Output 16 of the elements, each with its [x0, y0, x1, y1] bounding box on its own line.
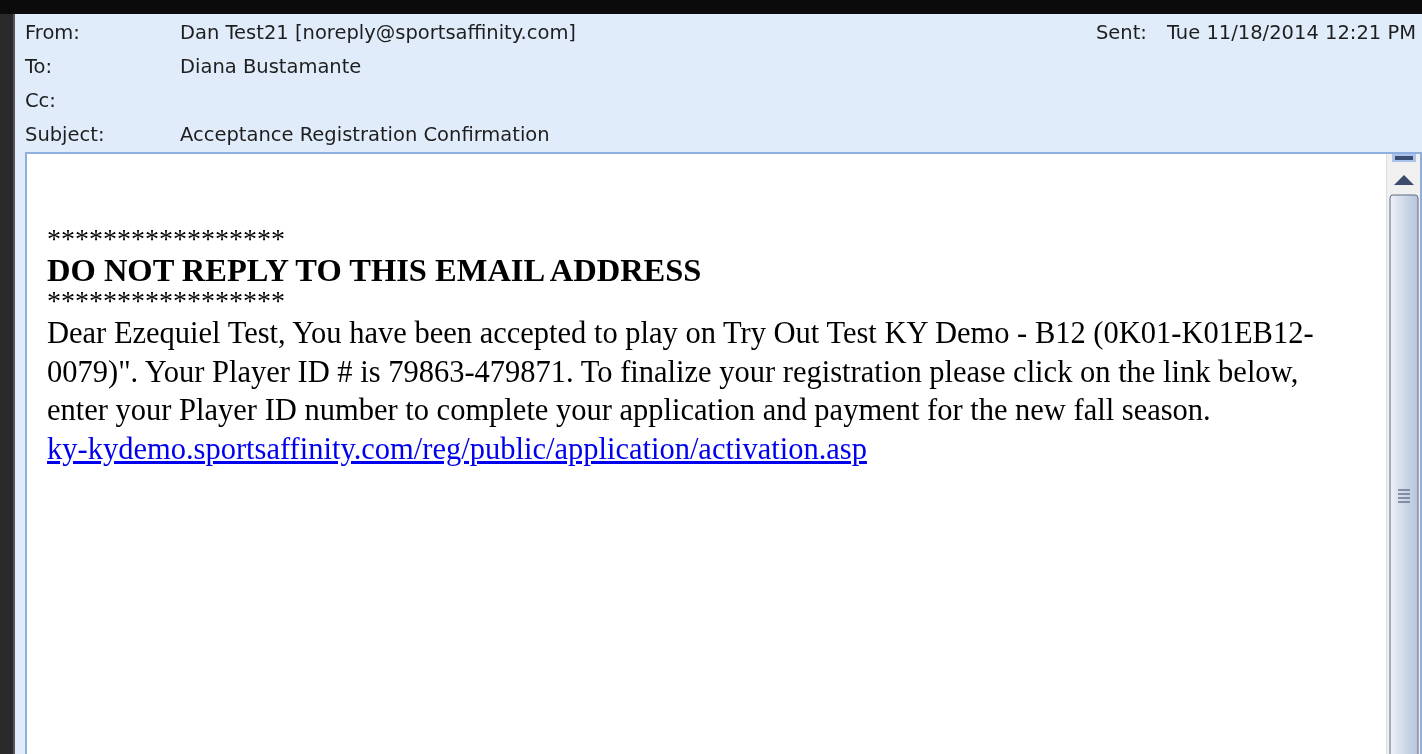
- field-label: To:: [25, 54, 54, 81]
- field-value: Acceptance Registration Confirmation: [180, 122, 550, 149]
- scrollbar-grip-icon: [1391, 154, 1416, 162]
- field-label: Cc:: [25, 88, 57, 115]
- field-value: Tue 11/18/2014 12:21 PM: [1166, 20, 1416, 47]
- field-value: Diana Bustamante: [180, 54, 362, 81]
- asterisk-rule: *****************: [47, 226, 286, 252]
- field-label: From:: [25, 20, 81, 47]
- activation-link[interactable]: ky-kydemo.sportsaffinity.com/reg/public/application/activation.asp: [47, 431, 867, 466]
- warning-heading: DO NOT REPLY TO THIS EMAIL ADDRESS: [47, 252, 703, 288]
- field-label: Sent:: [1095, 20, 1147, 47]
- message-paragraph: Dear Ezequiel Test, You have been accepted to play on Try Out Test KY Demo - B12 (0K01-K01EB12-0079)". Your Player ID # is 79863-479871. To finalize your registration please click on the link below, enter your Player ID number to complete your application and payment for the new fall season. ky-kydemo.sportsaffinity.com/reg/public/application/activation.asp: [47, 315, 1315, 468]
- field-label: Subject:: [25, 122, 106, 149]
- field-value: Dan Test21 [noreply@sportsaffinity.com]: [180, 20, 576, 47]
- scrollbar-thumb[interactable]: [1388, 194, 1419, 754]
- asterisk-rule: *****************: [47, 288, 286, 314]
